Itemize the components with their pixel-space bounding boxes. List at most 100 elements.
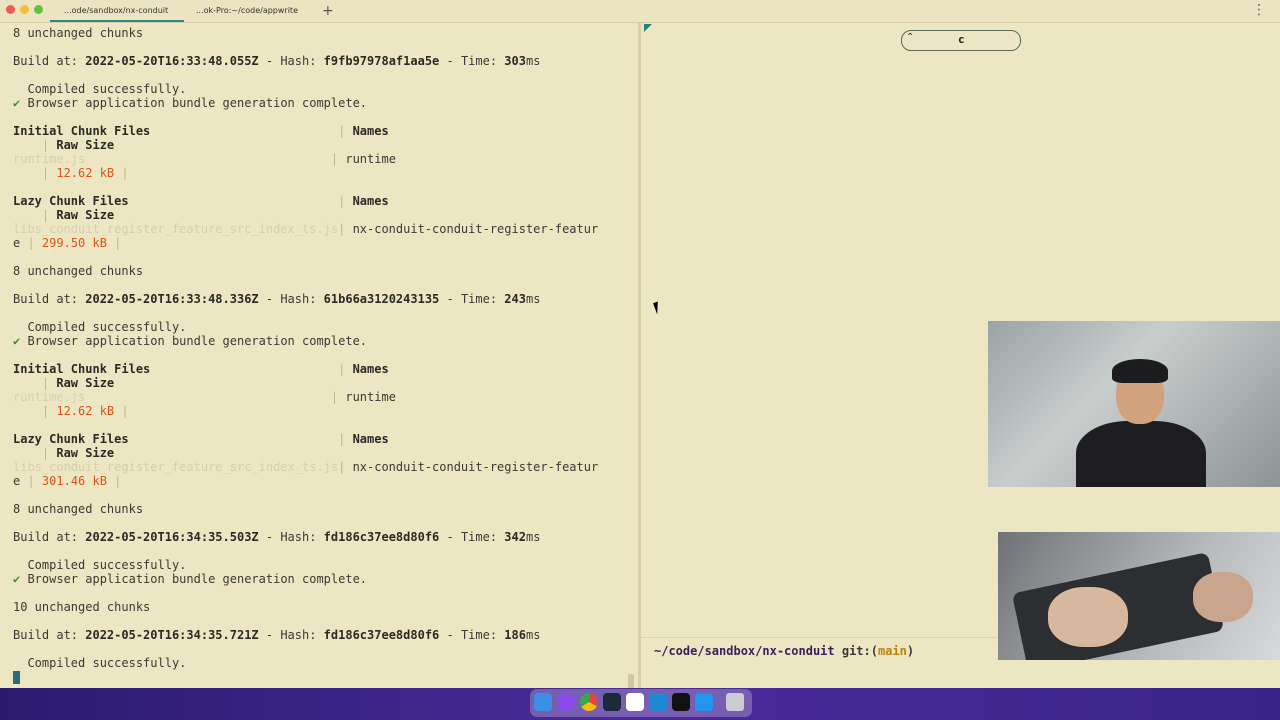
terminal-text: Compiled successfully. bbox=[13, 82, 187, 96]
terminal-text: 2022-05-20T16:34:35.503Z bbox=[85, 530, 259, 544]
terminal-line: e | 299.50 kB | bbox=[13, 236, 121, 250]
close-window-button[interactable] bbox=[6, 5, 15, 14]
terminal-text: - Time: bbox=[439, 530, 505, 544]
minimize-window-button[interactable] bbox=[20, 5, 29, 14]
chevrons-up-icon[interactable]: ⌃ bbox=[906, 32, 914, 43]
terminal-text: - Time: bbox=[439, 292, 505, 306]
terminal-text: Build at: bbox=[13, 530, 86, 544]
terminal-text: Initial Chunk Files bbox=[13, 362, 151, 376]
chrome-icon[interactable] bbox=[580, 693, 598, 711]
terminal-text: 186 bbox=[504, 628, 526, 642]
tab-nx-conduit[interactable]: ...ode/sandbox/nx-conduit bbox=[50, 0, 184, 22]
terminal-text: 8 unchanged chunks bbox=[13, 264, 144, 278]
terminal-text: runtime bbox=[345, 152, 396, 166]
terminal-line: runtime.js | runtime bbox=[13, 152, 396, 166]
terminal-text: libs_conduit_register_feature_src_index_… bbox=[13, 460, 339, 474]
terminal-line: | Raw Size bbox=[13, 138, 114, 152]
terminal-text: fd186c37ee8d80f6 bbox=[323, 530, 440, 544]
docker-icon[interactable] bbox=[695, 693, 713, 711]
terminal-text: | bbox=[13, 376, 57, 390]
scrollbar-thumb[interactable] bbox=[628, 674, 634, 688]
person-body bbox=[1076, 421, 1206, 487]
slack-icon[interactable] bbox=[626, 693, 644, 711]
terminal-line: 8 unchanged chunks bbox=[13, 26, 143, 40]
vscode-icon[interactable] bbox=[649, 693, 667, 711]
terminal-line: ✔ Browser application bundle generation … bbox=[13, 572, 367, 586]
zoom-window-button[interactable] bbox=[34, 5, 43, 14]
terminal-text: | bbox=[114, 166, 129, 180]
terminal-text: ms bbox=[525, 292, 541, 306]
terminal-line: Compiled successfully. bbox=[13, 320, 186, 334]
terminal-text: | bbox=[338, 460, 353, 474]
terminal-line: | Raw Size bbox=[13, 208, 114, 222]
terminal-icon[interactable] bbox=[603, 693, 621, 711]
new-tab-button[interactable]: + bbox=[322, 0, 334, 22]
terminal-text: - Time: bbox=[439, 628, 505, 642]
terminal-text: 61b66a3120243135 bbox=[323, 292, 440, 306]
prompt-git-close: ) bbox=[906, 644, 915, 658]
terminal-text: | bbox=[106, 474, 122, 488]
terminal-text: 299.50 kB bbox=[41, 236, 107, 250]
webstorm-icon[interactable] bbox=[672, 693, 690, 711]
terminal-text: | bbox=[338, 222, 353, 236]
shell-prompt: ~/code/sandbox/nx-conduit git:(main) bbox=[654, 644, 914, 658]
terminal-text: Compiled successfully. bbox=[13, 558, 187, 572]
terminal-text: - Hash: bbox=[258, 54, 324, 68]
webcam-face-overlay bbox=[988, 321, 1280, 487]
tab-label: ...ok-Pro:~/code/appwrite bbox=[196, 6, 298, 15]
terminal-text: Build at: bbox=[13, 628, 86, 642]
terminal-text: libs_conduit_register_feature_src_index_… bbox=[13, 222, 339, 236]
terminal-text: 303 bbox=[504, 54, 526, 68]
terminal-text: nx-conduit-conduit-register-featur bbox=[352, 222, 599, 236]
terminal-text: | bbox=[13, 208, 57, 222]
terminal-line: Compiled successfully. bbox=[13, 82, 186, 96]
terminal-text: Names bbox=[352, 194, 389, 208]
terminal-line: ✔ Browser application bundle generation … bbox=[13, 96, 367, 110]
terminal-line: Initial Chunk Files | Names bbox=[13, 124, 389, 138]
terminal-text: Browser application bundle generation co… bbox=[20, 96, 368, 110]
hand-right bbox=[1193, 572, 1253, 622]
terminal-text: | bbox=[85, 390, 346, 404]
terminal-line: Build at: 2022-05-20T16:34:35.503Z - Has… bbox=[13, 530, 540, 544]
webcam-keyboard-overlay bbox=[998, 532, 1280, 660]
terminal-text: Browser application bundle generation co… bbox=[20, 572, 368, 586]
terminal-line: Initial Chunk Files | Names bbox=[13, 362, 389, 376]
terminal-line: libs_conduit_register_feature_src_index_… bbox=[13, 460, 598, 474]
terminal-text: 8 unchanged chunks bbox=[13, 26, 144, 40]
search-input[interactable]: c bbox=[958, 33, 965, 46]
terminal-line: Lazy Chunk Files | Names bbox=[13, 194, 389, 208]
terminal-text: | bbox=[106, 236, 122, 250]
terminal-line: Build at: 2022-05-20T16:34:35.721Z - Has… bbox=[13, 628, 540, 642]
terminal-text: 2022-05-20T16:33:48.336Z bbox=[85, 292, 259, 306]
terminal-pane-left[interactable]: 8 unchanged chunks Build at: 2022-05-20T1… bbox=[0, 23, 638, 688]
terminal-text: 243 bbox=[504, 292, 526, 306]
finder-icon[interactable] bbox=[534, 693, 552, 711]
messenger-icon[interactable] bbox=[557, 693, 575, 711]
terminal-text: - Hash: bbox=[258, 292, 324, 306]
terminal-text: - Hash: bbox=[258, 628, 324, 642]
search-bar[interactable]: ⌃ c bbox=[901, 30, 1021, 51]
prompt-branch: main bbox=[877, 644, 907, 658]
terminal-line: | 12.62 kB | bbox=[13, 166, 129, 180]
terminal-cursor bbox=[13, 671, 20, 684]
trash-icon[interactable] bbox=[726, 693, 744, 711]
terminal-text: Lazy Chunk Files bbox=[13, 432, 129, 446]
tab-appwrite[interactable]: ...ok-Pro:~/code/appwrite bbox=[196, 0, 306, 22]
terminal-line: 10 unchanged chunks bbox=[13, 600, 150, 614]
terminal-text: Lazy Chunk Files bbox=[13, 194, 129, 208]
terminal-text: - Hash: bbox=[258, 530, 324, 544]
terminal-text: Raw Size bbox=[56, 446, 115, 460]
prompt-path: ~/code/sandbox/nx-conduit bbox=[654, 644, 835, 658]
terminal-text: Compiled successfully. bbox=[13, 656, 187, 670]
dock bbox=[530, 689, 752, 717]
terminal-text: | bbox=[114, 404, 129, 418]
more-menu-icon[interactable]: ⋮ bbox=[1252, 0, 1266, 20]
terminal-line: | Raw Size bbox=[13, 376, 114, 390]
title-bar: ...ode/sandbox/nx-conduit ...ok-Pro:~/co… bbox=[0, 0, 1280, 23]
terminal-text: runtime bbox=[345, 390, 396, 404]
terminal-text: | bbox=[13, 446, 57, 460]
terminal-text: f9fb97978af1aa5e bbox=[323, 54, 440, 68]
terminal-text: runtime.js bbox=[13, 152, 86, 166]
terminal-text: Build at: bbox=[13, 292, 86, 306]
terminal-line: Build at: 2022-05-20T16:33:48.055Z - Has… bbox=[13, 54, 540, 68]
